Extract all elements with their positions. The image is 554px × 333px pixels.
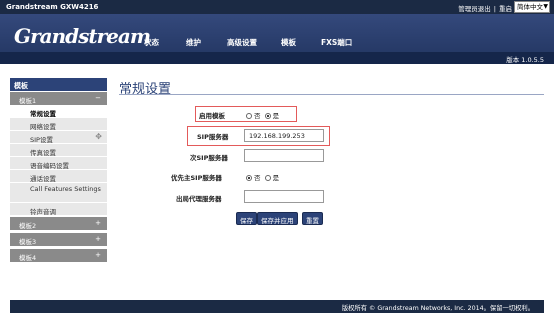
expand-icon: +	[95, 219, 101, 227]
device-title: Grandstream GXW4216	[6, 3, 99, 11]
title-divider	[119, 94, 544, 95]
sidebar-item-call-features[interactable]: Call Features Settings	[10, 183, 107, 203]
secondary-sip-server-label: 次SIP服务器	[190, 154, 228, 162]
expand-icon: +	[95, 251, 101, 259]
nav-fxs-ports[interactable]: FXS端口	[321, 37, 352, 48]
sip-server-input[interactable]: 192.168.199.253	[244, 129, 324, 142]
sidebar-group-label: 模板2	[19, 222, 37, 230]
sidebar-item-ringtones[interactable]: 铃声音调	[10, 203, 107, 216]
sidebar-group-label: 模板3	[19, 238, 37, 246]
sidebar-item-general[interactable]: 常规设置	[10, 105, 107, 118]
chevron-down-icon: ▼	[543, 3, 548, 10]
sidebar-group-template1[interactable]: 模板1 −	[10, 92, 107, 105]
expand-icon: +	[95, 235, 101, 243]
prefer-primary-sip-radios: 否 是	[246, 172, 281, 182]
option-yes-label: 是	[272, 174, 280, 182]
prefer-primary-yes-radio[interactable]	[264, 175, 271, 181]
nav-templates[interactable]: 模板	[281, 37, 296, 48]
copyright-text: 版权所有 © Grandstream Networks, Inc. 2014。保…	[341, 305, 534, 312]
reset-button[interactable]: 重置	[302, 212, 323, 225]
outbound-proxy-input[interactable]	[244, 190, 324, 203]
sidebar-group-label: 模板4	[19, 254, 37, 262]
enable-template-label: 启用模板	[199, 112, 225, 120]
collapse-icon: −	[95, 94, 101, 102]
footer: 版权所有 © Grandstream Networks, Inc. 2014。保…	[10, 300, 544, 313]
sidebar-item-fax[interactable]: 传真设置	[10, 144, 107, 157]
sidebar-item-network[interactable]: 网络设置	[10, 118, 107, 131]
version-text: 版本 1.0.5.5	[506, 56, 544, 64]
sidebar-group-template2[interactable]: 模板2 +	[10, 217, 107, 230]
sidebar-group-label: 模板1	[19, 97, 37, 105]
sidebar-item-sip[interactable]: SIP设置 ✥	[10, 131, 107, 144]
grandstream-logo: Grandstream	[14, 24, 151, 48]
version-bar: 版本 1.0.5.5	[0, 52, 554, 64]
move-icon: ✥	[95, 132, 102, 141]
secondary-sip-server-input[interactable]	[244, 149, 324, 162]
sidebar-group-template3[interactable]: 模板3 +	[10, 233, 107, 246]
option-no-label: 否	[254, 174, 261, 182]
link-separator: |	[493, 5, 496, 13]
language-value: 简体中文	[517, 3, 543, 11]
language-select[interactable]: 简体中文 ▼	[514, 1, 550, 13]
sidebar: 模板 模板1 − 常规设置 网络设置 SIP设置 ✥ 传真设置 语音编码设置 通…	[10, 78, 107, 262]
sidebar-item-call[interactable]: 通话设置	[10, 170, 107, 183]
enable-template-yes-radio[interactable]	[264, 113, 271, 119]
sidebar-item-codec[interactable]: 语音编码设置	[10, 157, 107, 170]
sidebar-group-template4[interactable]: 模板4 +	[10, 249, 107, 262]
enable-template-radios: 否 是	[246, 110, 281, 120]
nav-status[interactable]: 状态	[144, 37, 159, 48]
top-links: 管理员退出 | 重启	[455, 3, 512, 13]
sidebar-item-label: SIP设置	[30, 136, 53, 144]
top-bar: Grandstream GXW4216 管理员退出 | 重启 简体中文 ▼	[0, 0, 554, 14]
prefer-primary-no-radio[interactable]	[246, 175, 252, 181]
prefer-primary-sip-label: 优先主SIP服务器	[171, 174, 222, 182]
nav-maintenance[interactable]: 维护	[186, 37, 201, 48]
admin-logout-link[interactable]: 管理员退出	[458, 5, 491, 13]
sidebar-heading: 模板	[10, 78, 107, 91]
sip-server-label: SIP服务器	[197, 133, 229, 141]
reboot-link[interactable]: 重启	[499, 5, 512, 13]
option-no-label: 否	[254, 112, 261, 120]
enable-template-no-radio[interactable]	[246, 113, 252, 119]
outbound-proxy-label: 出局代理服务器	[176, 195, 222, 203]
save-button[interactable]: 保存	[236, 212, 257, 225]
option-yes-label: 是	[272, 112, 280, 120]
nav-advanced-settings[interactable]: 高级设置	[227, 37, 257, 48]
save-apply-button[interactable]: 保存并应用	[257, 212, 298, 225]
